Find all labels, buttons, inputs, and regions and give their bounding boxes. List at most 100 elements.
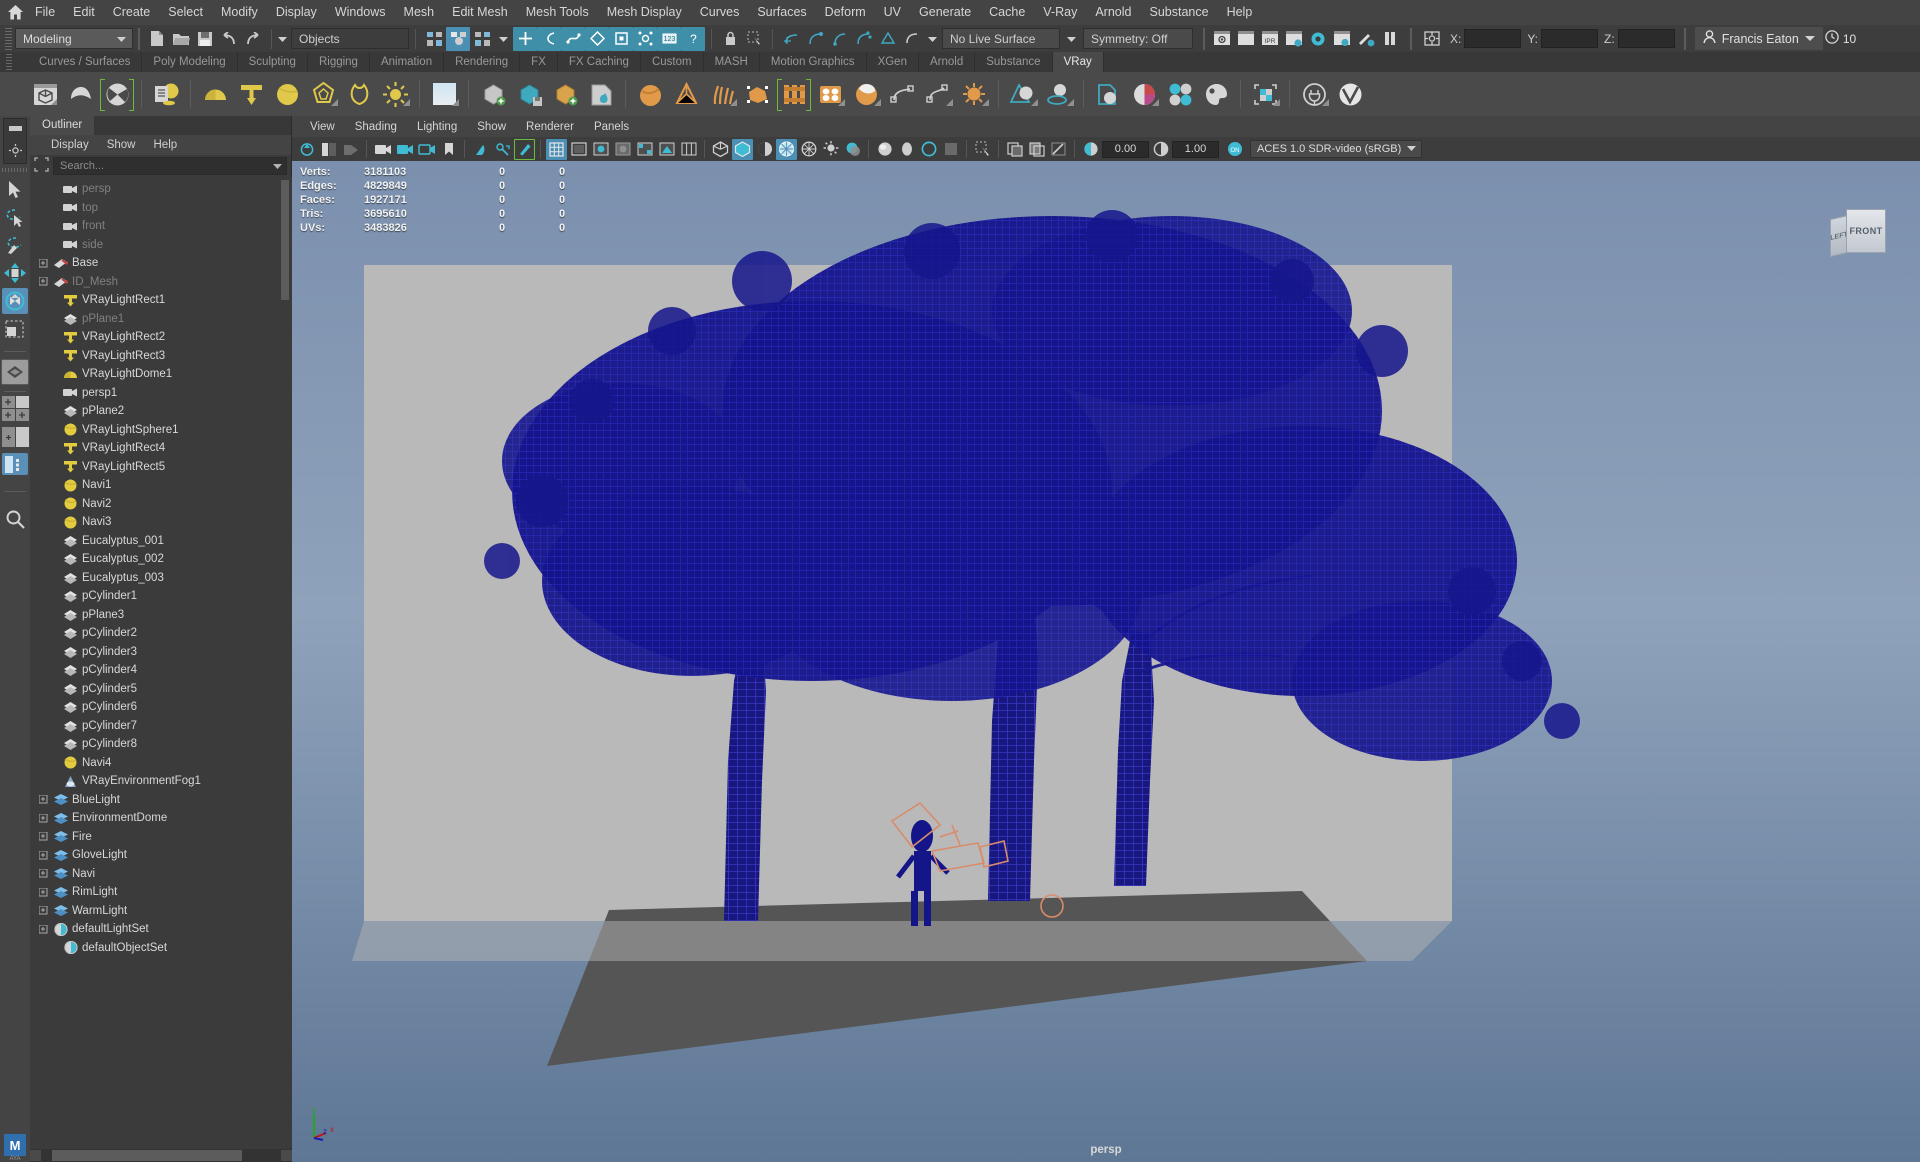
color-space-selector[interactable]: ACES 1.0 SDR-video (sRGB) (1250, 140, 1422, 158)
color-management-on-icon[interactable]: ON (1224, 139, 1245, 160)
mask-deformations-icon[interactable] (585, 26, 609, 51)
multisample-icon[interactable] (918, 139, 939, 160)
outliner-item[interactable]: pCylinder4 (30, 661, 292, 680)
two-pane-layout-icon[interactable] (1, 409, 15, 421)
scrollbar-thumb[interactable] (281, 180, 289, 300)
menu-item-surfaces[interactable]: Surfaces (748, 0, 815, 25)
ambient-occlusion-icon[interactable] (874, 139, 895, 160)
render-view-icon[interactable] (1330, 27, 1354, 51)
scroll-right-arrow-icon[interactable] (281, 1150, 292, 1161)
vray-plugin-icon[interactable] (1297, 77, 1331, 111)
lock-icon[interactable] (718, 27, 742, 51)
shelf-tab-arnold[interactable]: Arnold (919, 52, 976, 72)
viewport-menu-lighting[interactable]: Lighting (407, 121, 467, 133)
new-scene-icon[interactable] (145, 27, 169, 51)
vray-render-icon[interactable] (64, 77, 98, 111)
shelf-tab-custom[interactable]: Custom (641, 52, 704, 72)
menu-item-cache[interactable]: Cache (980, 0, 1034, 25)
outliner-item[interactable]: ID_Mesh (30, 273, 292, 292)
mask-misc-icon[interactable]: 123 (657, 26, 681, 51)
vray-material-icon[interactable] (1006, 77, 1040, 111)
shelf-tab-animation[interactable]: Animation (370, 52, 445, 72)
coord-x-field[interactable] (1464, 29, 1522, 48)
xray-icon[interactable] (1004, 139, 1025, 160)
bookmark-icon[interactable] (438, 139, 459, 160)
shelf-tab-sculpting[interactable]: Sculpting (238, 52, 308, 72)
vray-scatter-icon[interactable] (921, 77, 955, 111)
viewport-menu-show[interactable]: Show (467, 121, 516, 133)
undo-icon[interactable] (217, 27, 241, 51)
outliner-item[interactable]: Navi2 (30, 495, 292, 514)
expand-collapse-icon[interactable] (38, 258, 49, 269)
outliner-item[interactable]: Base (30, 254, 292, 273)
outliner-item[interactable]: RimLight (30, 883, 292, 902)
outliner-item[interactable]: defaultObjectSet (30, 939, 292, 958)
vray-rect-light-icon[interactable] (234, 77, 268, 111)
camera-attributes-icon[interactable] (340, 139, 361, 160)
symmetry-field[interactable]: Symmetry: Off (1083, 28, 1193, 49)
isolate-select-icon[interactable] (972, 139, 993, 160)
vray-uv-tools-icon[interactable] (1248, 77, 1282, 111)
view-cube-front-face[interactable]: FRONT (1846, 209, 1886, 253)
outliner-item[interactable]: WarmLight (30, 902, 292, 921)
vray-clipper-icon[interactable] (741, 77, 775, 111)
vray-mesh-light-icon[interactable] (306, 77, 340, 111)
redo-icon[interactable] (241, 27, 265, 51)
outliner-item[interactable]: EnvironmentDome (30, 809, 292, 828)
vray-material-presets-icon[interactable] (1091, 77, 1125, 111)
outliner-item[interactable]: persp1 (30, 384, 292, 403)
mask-rendering-icon[interactable] (633, 26, 657, 51)
outliner-item[interactable]: side (30, 236, 292, 255)
mask-curves-icon[interactable] (537, 26, 561, 51)
wireframe-icon[interactable] (710, 139, 731, 160)
depth-of-field-icon[interactable] (940, 139, 961, 160)
mask-menu-arrow-icon[interactable] (499, 32, 508, 46)
vray-frame-buffer-icon[interactable] (28, 77, 62, 111)
smooth-shade-all-icon[interactable] (732, 138, 753, 160)
vray-sky-icon[interactable] (427, 77, 461, 111)
xray-active-components-icon[interactable] (1048, 139, 1069, 160)
outliner-item[interactable]: Navi1 (30, 476, 292, 495)
menu-item-substance[interactable]: Substance (1140, 0, 1217, 25)
coord-z-field[interactable] (1617, 29, 1675, 48)
ipr-render-icon[interactable]: IPR (1258, 27, 1282, 51)
expand-collapse-icon[interactable] (38, 794, 49, 805)
vray-proxy-import-icon[interactable] (548, 77, 582, 111)
motion-blur-icon[interactable] (896, 139, 917, 160)
outliner-item[interactable]: pPlane3 (30, 606, 292, 625)
select-by-hierarchy-icon[interactable] (422, 27, 446, 51)
scroll-left-arrow-icon[interactable] (30, 1150, 41, 1161)
render-sequence-icon[interactable] (1234, 27, 1258, 51)
shelf-tab-vray[interactable]: VRay (1052, 52, 1104, 72)
expand-collapse-icon[interactable] (38, 905, 49, 916)
outliner-tab[interactable]: Outliner (30, 116, 95, 135)
chevron-down-icon[interactable] (273, 159, 282, 173)
resolution-gate-icon[interactable] (394, 139, 415, 160)
shelf-tab-rigging[interactable]: Rigging (308, 52, 370, 72)
vray-render-settings-icon[interactable] (149, 77, 183, 111)
menu-item-mesh[interactable]: Mesh (395, 0, 444, 25)
xray-joints-icon[interactable] (1026, 139, 1047, 160)
shelf-tab-poly-modeling[interactable]: Poly Modeling (142, 52, 238, 72)
mask-surfaces-icon[interactable] (561, 26, 585, 51)
select-tool-icon[interactable] (2, 176, 28, 202)
vray-proxy-export-icon[interactable] (512, 77, 546, 111)
outliner-item[interactable]: Navi (30, 865, 292, 884)
vray-object-settings-icon[interactable] (957, 77, 991, 111)
vray-swatch-icon[interactable] (1163, 77, 1197, 111)
toolbox-grip[interactable] (2, 168, 28, 172)
outliner-item[interactable]: Navi3 (30, 513, 292, 532)
shelf-tab-curves-surfaces[interactable]: Curves / Surfaces (28, 52, 143, 72)
open-scene-icon[interactable] (169, 27, 193, 51)
outliner-item[interactable]: Fire (30, 828, 292, 847)
maya-home-icon[interactable] (4, 2, 26, 24)
vray-sphere-fade-icon[interactable] (849, 77, 883, 111)
vray-ipr-render-icon[interactable] (100, 77, 134, 111)
symmetry-arrow-icon[interactable] (1067, 32, 1076, 46)
selection-mask-arrow-icon[interactable] (278, 32, 287, 46)
outliner-horizontal-scrollbar[interactable] (30, 1149, 292, 1162)
layout-split-presets[interactable] (1, 427, 29, 447)
snap-curve-icon[interactable] (803, 27, 827, 51)
lasso-select-tool-icon[interactable] (2, 204, 28, 230)
single-pane-layout-icon[interactable] (15, 396, 29, 408)
